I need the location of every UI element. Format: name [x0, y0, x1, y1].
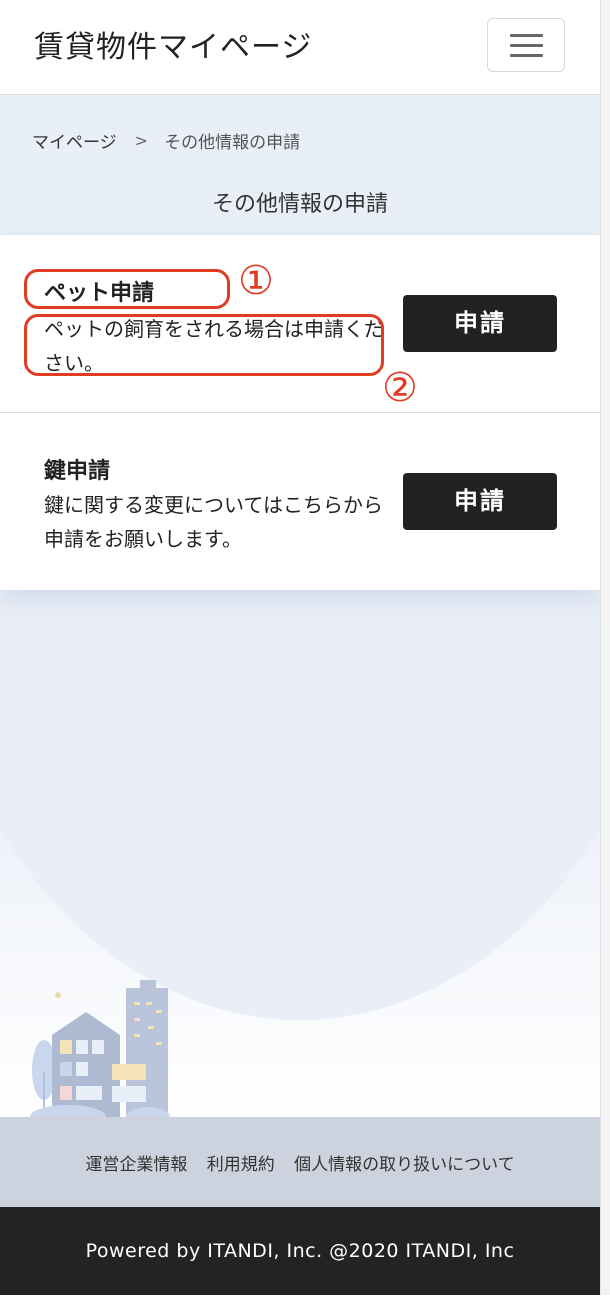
annotation-box-title	[24, 269, 230, 309]
breadcrumb-current: その他情報の申請	[164, 133, 301, 153]
background-circle	[0, 590, 600, 1020]
menu-button[interactable]	[487, 18, 565, 72]
hamburger-menu-icon	[510, 44, 543, 47]
annotation-number-two: ②	[382, 365, 418, 411]
city-illustration	[30, 980, 170, 1117]
page-bottom	[0, 1295, 610, 1312]
page-title: その他情報の申請	[211, 192, 388, 217]
annotation-number-one: ①	[238, 258, 274, 304]
hamburger-menu-icon	[510, 54, 543, 57]
footer-link-privacy[interactable]: 個人情報の取り扱いについて	[294, 1155, 515, 1175]
key-application-description: 鍵に関する変更についてはこちらから申請をお願いします。	[44, 493, 383, 551]
breadcrumb-home-link[interactable]: マイページ	[32, 128, 117, 153]
copyright-text: Powered by ITANDI, Inc. @2020 ITANDI, In…	[85, 1240, 515, 1262]
footer: Powered by ITANDI, Inc. @2020 ITANDI, In…	[0, 1207, 600, 1295]
footer-links-section: 運営企業情報 利用規約 個人情報の取り扱いについて	[0, 1117, 600, 1207]
scrollbar-track	[600, 0, 610, 1312]
app-title: 賃貸物件マイページ	[34, 30, 313, 65]
footer-links: 運営企業情報 利用規約 個人情報の取り扱いについて	[0, 1150, 600, 1175]
divider	[0, 412, 600, 413]
annotation-box-description	[24, 314, 384, 376]
footer-link-terms[interactable]: 利用規約	[207, 1155, 275, 1175]
footer-link-company[interactable]: 運営企業情報	[85, 1155, 187, 1175]
page: 賃貸物件マイページ マイページ > その他情報の申請 その他情報の申請 ペット申…	[0, 0, 600, 1312]
breadcrumb: マイページ > その他情報の申請	[32, 128, 300, 153]
key-apply-button[interactable]: 申請	[403, 473, 557, 530]
app-header: 賃貸物件マイページ	[0, 0, 600, 95]
hamburger-menu-icon	[510, 34, 543, 37]
chevron-right-icon: >	[134, 131, 149, 150]
pet-apply-button[interactable]: 申請	[403, 295, 557, 352]
key-application-title: 鍵申請	[44, 459, 111, 484]
